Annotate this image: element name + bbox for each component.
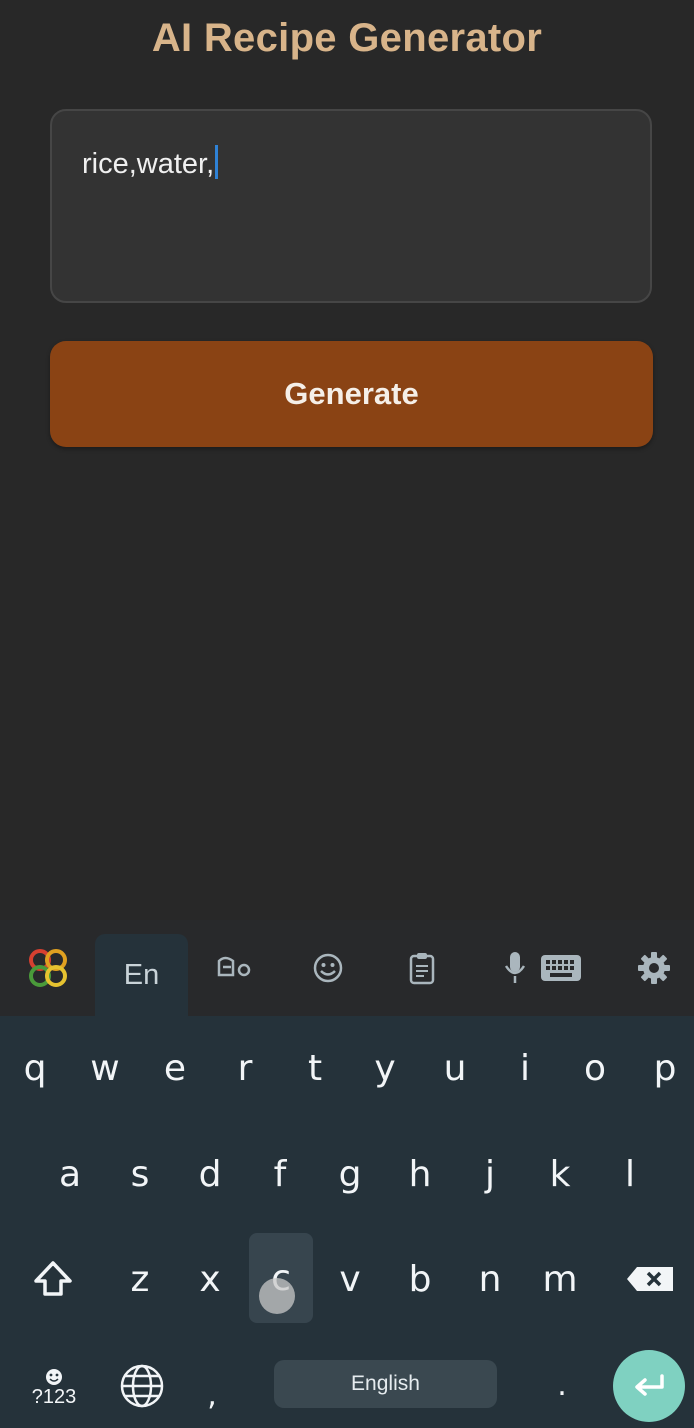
key-v[interactable]: v <box>318 1234 382 1324</box>
gear-icon[interactable] <box>626 920 682 1016</box>
key-l[interactable]: l <box>598 1129 662 1219</box>
shift-icon <box>34 1261 72 1296</box>
key-z[interactable]: z <box>108 1234 172 1324</box>
soft-keyboard: En q w e r t y u i o p a s d f g h j k l… <box>0 920 694 1428</box>
key-x[interactable]: x <box>178 1234 242 1324</box>
shift-key[interactable] <box>21 1234 85 1324</box>
sinhala-layout-icon[interactable] <box>205 920 265 1016</box>
tab-english[interactable]: En <box>95 934 188 1016</box>
multicolor-logo-icon[interactable] <box>18 920 78 1016</box>
emoji-icon[interactable] <box>298 920 358 1016</box>
page-title: AI Recipe Generator <box>151 16 543 60</box>
key-h[interactable]: h <box>388 1129 452 1219</box>
key-p[interactable]: p <box>633 1023 694 1113</box>
key-f[interactable]: f <box>248 1129 312 1219</box>
comma-key[interactable]: , <box>180 1350 244 1428</box>
backspace-icon <box>627 1267 673 1291</box>
key-s[interactable]: s <box>108 1129 172 1219</box>
key-r[interactable]: r <box>213 1023 277 1113</box>
globe-icon <box>120 1364 164 1408</box>
backspace-key[interactable] <box>618 1234 682 1324</box>
text-cursor <box>215 145 219 179</box>
key-j[interactable]: j <box>458 1129 522 1219</box>
key-m[interactable]: m <box>528 1234 592 1324</box>
space-bar[interactable]: English <box>274 1360 497 1408</box>
key-k[interactable]: k <box>528 1129 592 1219</box>
enter-icon <box>635 1374 664 1396</box>
key-e[interactable]: e <box>143 1023 207 1113</box>
keyboard-toolbar: En <box>0 920 694 1016</box>
key-o[interactable]: o <box>563 1023 627 1113</box>
tab-english-label: En <box>123 958 160 991</box>
key-i[interactable]: i <box>493 1023 557 1113</box>
enter-key[interactable] <box>613 1350 685 1422</box>
generate-button[interactable]: Generate <box>50 341 653 447</box>
keyboard-icon[interactable] <box>538 920 584 1016</box>
key-q[interactable]: q <box>3 1023 67 1113</box>
key-g[interactable]: g <box>318 1129 382 1219</box>
key-n[interactable]: n <box>458 1234 522 1324</box>
clipboard-icon[interactable] <box>392 920 452 1016</box>
key-a[interactable]: a <box>38 1129 102 1219</box>
key-y[interactable]: y <box>353 1023 417 1113</box>
emoji-small-icon <box>46 1368 62 1385</box>
touch-indicator <box>259 1278 295 1314</box>
symbols-key[interactable]: ?123 <box>26 1360 82 1416</box>
ingredients-input[interactable]: rice,water, <box>50 109 652 303</box>
key-w[interactable]: w <box>73 1023 137 1113</box>
ingredients-input-value: rice,water, <box>82 148 215 180</box>
microphone-icon[interactable] <box>498 920 532 1016</box>
app-screen: AI Recipe Generator rice,water, Generate <box>0 0 694 920</box>
key-d[interactable]: d <box>178 1129 242 1219</box>
language-switch-key[interactable] <box>110 1338 174 1428</box>
period-key[interactable]: . <box>530 1340 594 1428</box>
key-b[interactable]: b <box>388 1234 452 1324</box>
key-u[interactable]: u <box>423 1023 487 1113</box>
key-t[interactable]: t <box>283 1023 347 1113</box>
symbols-key-label: ?123 <box>31 1385 77 1408</box>
space-bar-label: English <box>351 1372 420 1395</box>
